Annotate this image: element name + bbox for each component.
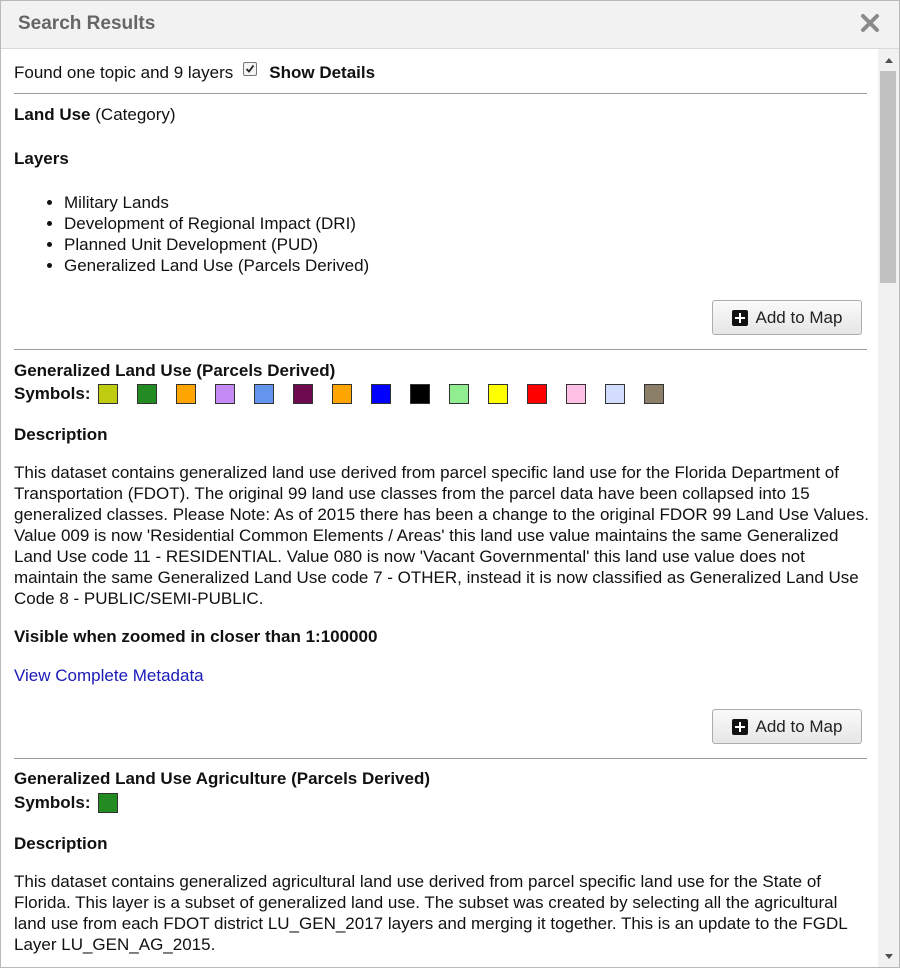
divider <box>14 758 867 759</box>
list-item: Development of Regional Impact (DRI) <box>64 213 369 234</box>
dialog-titlebar: Search Results <box>1 1 899 49</box>
list-item: Planned Unit Development (PUD) <box>64 234 369 255</box>
list-item: Generalized Land Use (Parcels Derived) <box>64 255 369 276</box>
description-heading: Description <box>14 425 108 444</box>
layer-title: Generalized Land Use Agriculture (Parcel… <box>14 769 431 788</box>
scroll-down-arrow-icon[interactable] <box>878 947 899 965</box>
show-details-checkbox[interactable] <box>243 62 258 76</box>
divider <box>14 93 867 94</box>
results-content: Found one topic and 9 layers Show Detail… <box>1 49 878 967</box>
layer-description: This dataset contains generalized land u… <box>14 463 869 608</box>
symbol-swatch <box>97 793 118 813</box>
symbols-row: Symbols: <box>14 384 683 404</box>
layer-description: This dataset contains generalized agricu… <box>14 872 848 954</box>
add-to-map-label: Add to Map <box>755 716 843 736</box>
show-details-label[interactable]: Show Details <box>269 63 375 83</box>
symbol-swatch <box>643 384 664 404</box>
plus-square-icon <box>731 309 748 326</box>
topic-name: Land Use <box>14 105 91 124</box>
symbol-swatch <box>97 384 118 404</box>
symbol-swatch <box>214 384 235 404</box>
visibility-scale: Visible when zoomed in closer than 1:100… <box>14 627 378 646</box>
add-to-map-label: Add to Map <box>755 307 843 327</box>
symbol-swatch <box>448 384 469 404</box>
symbol-swatches <box>97 793 137 813</box>
scrollbar-thumb[interactable] <box>880 71 896 283</box>
symbol-swatch <box>487 384 508 404</box>
symbol-swatch <box>331 384 352 404</box>
list-item: Military Lands <box>64 192 369 213</box>
symbols-label: Symbols: <box>14 793 91 812</box>
symbols-label: Symbols: <box>14 384 91 403</box>
found-count-text: Found one topic and 9 layers <box>14 63 234 82</box>
results-summary: Found one topic and 9 layers Show Detail… <box>14 62 375 83</box>
dialog-title: Search Results <box>18 13 156 34</box>
metadata-link-wrap: View Complete Metadata <box>14 666 204 686</box>
topic-type: (Category) <box>95 105 176 124</box>
symbols-row: Symbols: <box>14 793 137 813</box>
layer-title: Generalized Land Use (Parcels Derived) <box>14 361 336 380</box>
vertical-scrollbar[interactable] <box>878 49 899 967</box>
view-metadata-link[interactable]: View Complete Metadata <box>14 666 204 685</box>
symbol-swatch <box>292 384 313 404</box>
symbol-swatch <box>136 384 157 404</box>
scroll-up-arrow-icon[interactable] <box>878 51 899 69</box>
symbol-swatch <box>409 384 430 404</box>
search-results-dialog: Search Results Found one topic and 9 lay… <box>0 0 900 968</box>
description-heading: Description <box>14 834 108 853</box>
close-icon[interactable] <box>859 12 881 34</box>
symbol-swatch <box>370 384 391 404</box>
topic-heading: Land Use (Category) <box>14 105 176 125</box>
divider <box>14 349 867 350</box>
layers-heading: Layers <box>14 149 69 168</box>
symbol-swatch <box>253 384 274 404</box>
symbol-swatch <box>604 384 625 404</box>
symbol-swatch <box>565 384 586 404</box>
add-to-map-button[interactable]: Add to Map <box>712 709 862 744</box>
symbol-swatch <box>526 384 547 404</box>
symbol-swatches <box>97 384 683 404</box>
topic-layers-list: Military Lands Development of Regional I… <box>14 192 369 276</box>
symbol-swatch <box>175 384 196 404</box>
plus-square-icon <box>731 718 748 735</box>
add-to-map-button[interactable]: Add to Map <box>712 300 862 335</box>
